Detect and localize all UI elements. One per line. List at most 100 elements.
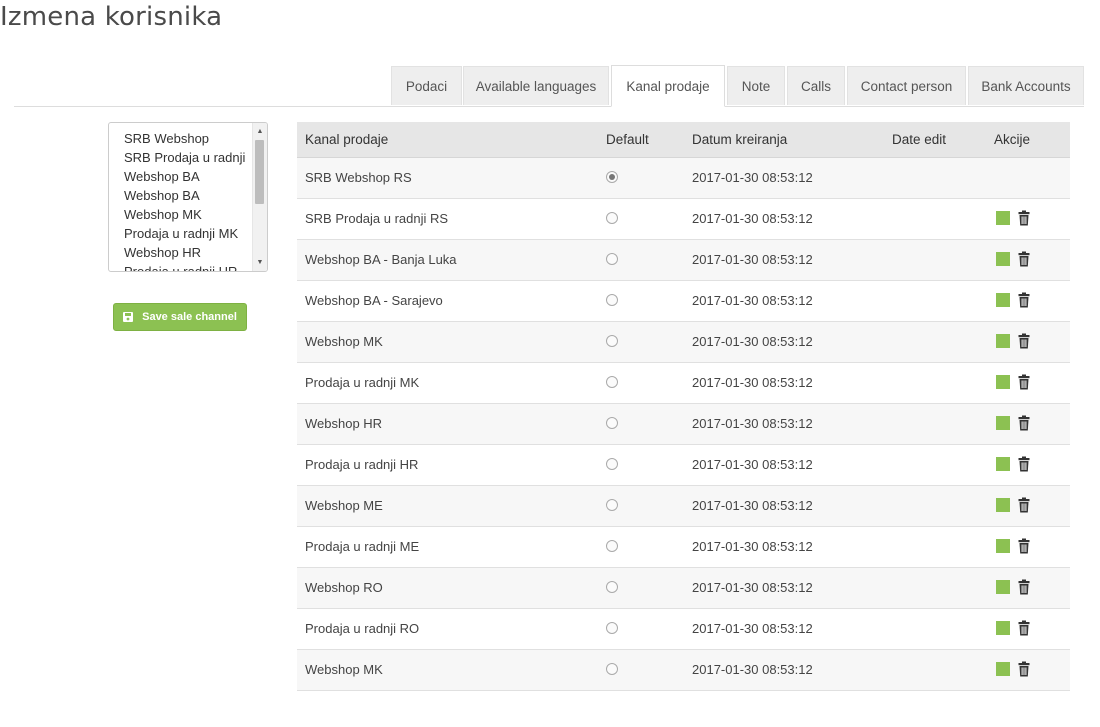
channel-name-cell: Prodaja u radnji RO	[305, 621, 420, 636]
default-radio[interactable]	[606, 540, 618, 552]
save-sale-channel-button[interactable]: Save sale channel	[113, 303, 247, 331]
created-date-cell: 2017-01-30 08:53:12	[692, 416, 813, 431]
list-item[interactable]: Webshop BA	[109, 167, 253, 186]
channel-name-cell: Webshop BA - Banja Luka	[305, 252, 457, 267]
tab-available-languages[interactable]: Available languages	[463, 66, 609, 105]
created-date-cell: 2017-01-30 08:53:12	[692, 580, 813, 595]
tab-podaci[interactable]: Podaci	[391, 66, 462, 105]
trash-icon[interactable]	[1018, 333, 1030, 349]
created-date-cell: 2017-01-30 08:53:12	[692, 457, 813, 472]
channel-name-cell: Webshop BA - Sarajevo	[305, 293, 443, 308]
tab-kanal-prodaje[interactable]: Kanal prodaje	[611, 65, 725, 107]
trash-icon[interactable]	[1018, 251, 1030, 267]
channel-name-cell: Webshop RO	[305, 580, 383, 595]
tab-bank-accounts[interactable]: Bank Accounts	[968, 66, 1084, 105]
channel-name-cell: Webshop MK	[305, 334, 383, 349]
trash-icon[interactable]	[1018, 456, 1030, 472]
edit-icon[interactable]	[996, 580, 1010, 594]
channel-name-cell: Webshop MK	[305, 662, 383, 677]
default-radio[interactable]	[606, 171, 618, 183]
trash-icon[interactable]	[1018, 292, 1030, 308]
edit-icon[interactable]	[996, 334, 1010, 348]
created-date-cell: 2017-01-30 08:53:12	[692, 621, 813, 636]
list-item[interactable]: Webshop BA	[109, 186, 253, 205]
channel-name-cell: SRB Prodaja u radnji RS	[305, 211, 449, 226]
sale-channel-select-list[interactable]: SRB Webshop SRB Prodaja u radnji Webshop…	[108, 122, 268, 272]
scroll-up-arrow-icon[interactable]: ▲	[253, 125, 267, 138]
default-radio[interactable]	[606, 253, 618, 265]
edit-icon[interactable]	[996, 662, 1010, 676]
list-item[interactable]: Prodaja u radnji HR	[109, 262, 253, 271]
channel-name-cell: SRB Webshop RS	[305, 170, 412, 185]
edit-icon[interactable]	[996, 252, 1010, 266]
column-header-channel: Kanal prodaje	[305, 132, 389, 147]
table-row: Prodaja u radnji ME 2017-01-30 08:53:12	[297, 527, 1070, 568]
tab-bar: Podaci Available languages Kanal prodaje…	[14, 65, 1084, 107]
table-row: Webshop RO 2017-01-30 08:53:12	[297, 568, 1070, 609]
trash-icon[interactable]	[1018, 538, 1030, 554]
tab-note[interactable]: Note	[727, 66, 785, 105]
created-date-cell: 2017-01-30 08:53:12	[692, 375, 813, 390]
trash-icon[interactable]	[1018, 620, 1030, 636]
list-item[interactable]: Webshop MK	[109, 205, 253, 224]
column-header-actions: Akcije	[994, 132, 1031, 147]
table-row: SRB Webshop RS 2017-01-30 08:53:12	[297, 158, 1070, 199]
sale-channel-table: Kanal prodaje Default Datum kreiranja Da…	[297, 122, 1070, 691]
edit-icon[interactable]	[996, 539, 1010, 553]
default-radio[interactable]	[606, 622, 618, 634]
channel-name-cell: Prodaja u radnji ME	[305, 539, 420, 554]
scroll-down-arrow-icon[interactable]: ▼	[253, 256, 267, 269]
table-header: Kanal prodaje Default Datum kreiranja Da…	[297, 122, 1070, 158]
default-radio[interactable]	[606, 499, 618, 511]
edit-icon[interactable]	[996, 375, 1010, 389]
created-date-cell: 2017-01-30 08:53:12	[692, 252, 813, 267]
table-row: Webshop BA - Sarajevo 2017-01-30 08:53:12	[297, 281, 1070, 322]
table-row: Prodaja u radnji RO 2017-01-30 08:53:12	[297, 609, 1070, 650]
table-row: Webshop MK 2017-01-30 08:53:12	[297, 322, 1070, 363]
list-item[interactable]: SRB Prodaja u radnji	[109, 148, 253, 167]
channel-name-cell: Webshop HR	[305, 416, 383, 431]
edit-icon[interactable]	[996, 498, 1010, 512]
trash-icon[interactable]	[1018, 661, 1030, 677]
default-radio[interactable]	[606, 212, 618, 224]
list-item[interactable]: Webshop HR	[109, 243, 253, 262]
channel-name-cell: Webshop ME	[305, 498, 383, 513]
default-radio[interactable]	[606, 417, 618, 429]
edit-icon[interactable]	[996, 211, 1010, 225]
floppy-disk-icon	[123, 312, 134, 322]
default-radio[interactable]	[606, 376, 618, 388]
trash-icon[interactable]	[1018, 415, 1030, 431]
default-radio[interactable]	[606, 458, 618, 470]
table-body: SRB Webshop RS 2017-01-30 08:53:12 SRB Pro…	[297, 158, 1070, 691]
list-item[interactable]: Prodaja u radnji MK	[109, 224, 253, 243]
list-scrollbar[interactable]: ▲ ▼	[252, 123, 267, 271]
default-radio[interactable]	[606, 335, 618, 347]
trash-icon[interactable]	[1018, 210, 1030, 226]
edit-icon[interactable]	[996, 621, 1010, 635]
table-row: Webshop ME 2017-01-30 08:53:12	[297, 486, 1070, 527]
trash-icon[interactable]	[1018, 497, 1030, 513]
edit-icon[interactable]	[996, 457, 1010, 471]
table-row: Webshop HR 2017-01-30 08:53:12	[297, 404, 1070, 445]
default-radio[interactable]	[606, 581, 618, 593]
trash-icon[interactable]	[1018, 374, 1030, 390]
list-item[interactable]: SRB Webshop	[109, 129, 253, 148]
channel-name-cell: Prodaja u radnji HR	[305, 457, 419, 472]
default-radio[interactable]	[606, 663, 618, 675]
table-row: Webshop BA - Banja Luka 2017-01-30 08:53:…	[297, 240, 1070, 281]
created-date-cell: 2017-01-30 08:53:12	[692, 498, 813, 513]
table-row: Webshop MK 2017-01-30 08:53:12	[297, 650, 1070, 691]
scroll-thumb[interactable]	[255, 140, 264, 204]
channel-name-cell: Prodaja u radnji MK	[305, 375, 420, 390]
table-row: Prodaja u radnji MK 2017-01-30 08:53:12	[297, 363, 1070, 404]
tab-calls[interactable]: Calls	[787, 66, 845, 105]
trash-icon[interactable]	[1018, 579, 1030, 595]
edit-icon[interactable]	[996, 293, 1010, 307]
table-row: Prodaja u radnji HR 2017-01-30 08:53:12	[297, 445, 1070, 486]
tab-contact-person[interactable]: Contact person	[847, 66, 966, 105]
edit-icon[interactable]	[996, 416, 1010, 430]
default-radio[interactable]	[606, 294, 618, 306]
column-header-created: Datum kreiranja	[692, 132, 788, 147]
page-title: Izmena korisnika	[0, 2, 223, 32]
created-date-cell: 2017-01-30 08:53:12	[692, 539, 813, 554]
